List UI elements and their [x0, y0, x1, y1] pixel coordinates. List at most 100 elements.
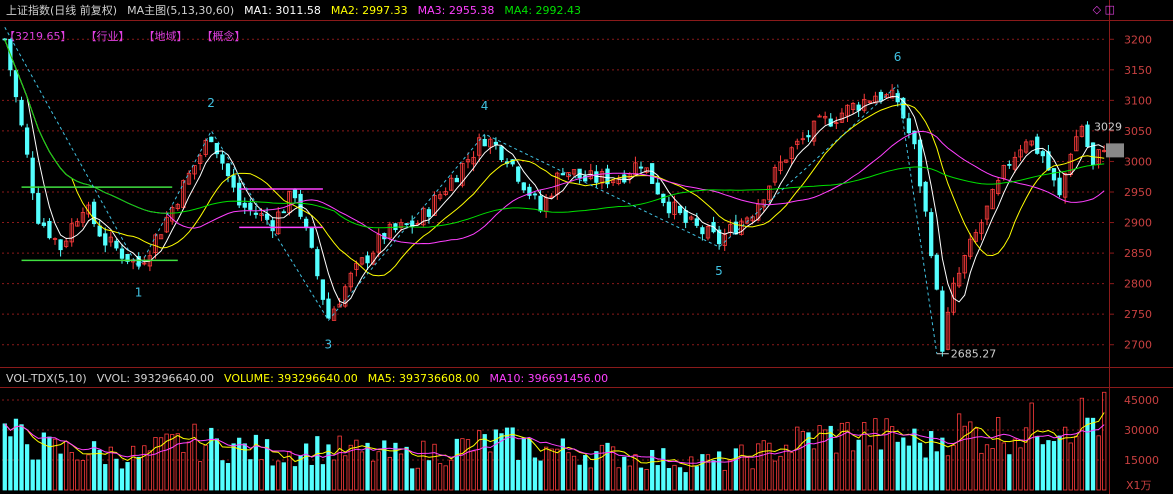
candle-body [1035, 136, 1040, 154]
wave-label: 5 [715, 264, 723, 278]
candle-body [103, 233, 108, 246]
volume-bar [197, 461, 203, 491]
candle-body [482, 138, 487, 147]
volume-bar [259, 459, 264, 491]
volume-bar [443, 465, 448, 491]
price-tick-label: 3050 [1124, 125, 1152, 138]
volume-bar [549, 448, 554, 491]
volume-bar [315, 436, 320, 491]
candlestick-chart[interactable]: 1 2 3 4 5 6 2685.27 3029 3200 3150 3100 3050 3000 29… [0, 0, 1173, 494]
volume-bar [75, 459, 80, 491]
volume-bar [186, 441, 192, 491]
candle-body [36, 192, 41, 224]
volume-bar [901, 437, 906, 491]
volume-bar [700, 454, 705, 491]
candle-body [426, 209, 432, 217]
volume-bar [175, 433, 180, 491]
volume-bar [298, 455, 303, 491]
volume-bar [850, 450, 856, 491]
candle-body [281, 211, 286, 214]
volume-bar [661, 448, 666, 491]
volume-bar [365, 442, 370, 491]
candle-body [638, 166, 644, 169]
price-tick-label: 2900 [1124, 217, 1152, 230]
candle-body [47, 220, 52, 239]
volume-bar [387, 456, 392, 491]
volume-bar [209, 427, 214, 491]
wave-line [4, 27, 938, 354]
volume-bar [750, 468, 755, 491]
volume-bar [934, 451, 939, 491]
volume-bar [605, 442, 610, 491]
candle-body [242, 202, 247, 208]
volume-bar [1040, 444, 1045, 491]
volume-bar [320, 464, 326, 491]
candle-body [231, 175, 236, 188]
candle-body [906, 118, 912, 134]
volume-bar [622, 456, 627, 491]
volume-bar [421, 440, 426, 491]
volume-bar [912, 428, 917, 491]
candle-body [209, 136, 214, 143]
candle-body [19, 99, 24, 126]
candle-body [650, 163, 655, 184]
volume-bar [331, 459, 337, 491]
candle-body [1040, 151, 1045, 157]
volume-unit-label: X1万 [1126, 479, 1152, 492]
candle-body [97, 225, 102, 237]
volume-bar [253, 434, 259, 491]
wave-label: 1 [135, 285, 143, 299]
volume-bar [711, 460, 716, 491]
volume-bar [689, 456, 694, 491]
volume-bar [795, 426, 800, 491]
volume-bar [147, 450, 153, 491]
candle-body [13, 70, 19, 98]
price-tick-label: 3150 [1124, 64, 1152, 77]
volume-bar [203, 444, 208, 491]
volume-bar [767, 442, 772, 491]
candle-body [114, 240, 119, 249]
volume-bar [733, 448, 739, 491]
volume-bar [370, 460, 376, 491]
volume-bar [482, 434, 487, 491]
candle-body [326, 298, 331, 319]
volume-bar [1063, 426, 1068, 491]
volume-bar [834, 452, 839, 491]
volume-bar [192, 423, 197, 491]
volume-bar [722, 469, 727, 491]
candle-body [454, 177, 459, 183]
volume-bar [884, 418, 889, 491]
volume-bar [142, 445, 147, 491]
volume-bar [97, 449, 102, 491]
candle-body [934, 254, 939, 290]
price-tick-label: 2800 [1124, 278, 1152, 291]
volume-bar [828, 425, 833, 491]
volume-bar [410, 468, 415, 491]
candle-body [594, 171, 599, 183]
volume-bar [945, 455, 951, 491]
candle-body [683, 210, 688, 223]
volume-bar [242, 443, 247, 491]
volume-bar [343, 455, 348, 491]
volume-bar [683, 472, 688, 491]
volume-bar [153, 437, 158, 491]
volume-bar [555, 448, 560, 491]
volume-bar [532, 457, 538, 491]
candle-body [655, 182, 660, 195]
volume-bar [24, 444, 30, 491]
candle-body [499, 146, 504, 161]
volume-bar [114, 458, 119, 491]
price-tick-label: 3000 [1124, 155, 1152, 168]
volume-bar [376, 451, 381, 491]
volume-bar [895, 441, 900, 491]
volume-bar [1085, 417, 1090, 491]
volume-bar [1051, 441, 1057, 491]
candle-body [1085, 124, 1090, 148]
volume-bar [577, 464, 582, 491]
volume-tick-label: 45000 [1124, 394, 1159, 407]
candle-body [806, 135, 811, 138]
volume-bar [1012, 438, 1018, 491]
candle-body [119, 248, 125, 259]
volume-bar [30, 459, 35, 491]
volume-bar [538, 460, 543, 491]
